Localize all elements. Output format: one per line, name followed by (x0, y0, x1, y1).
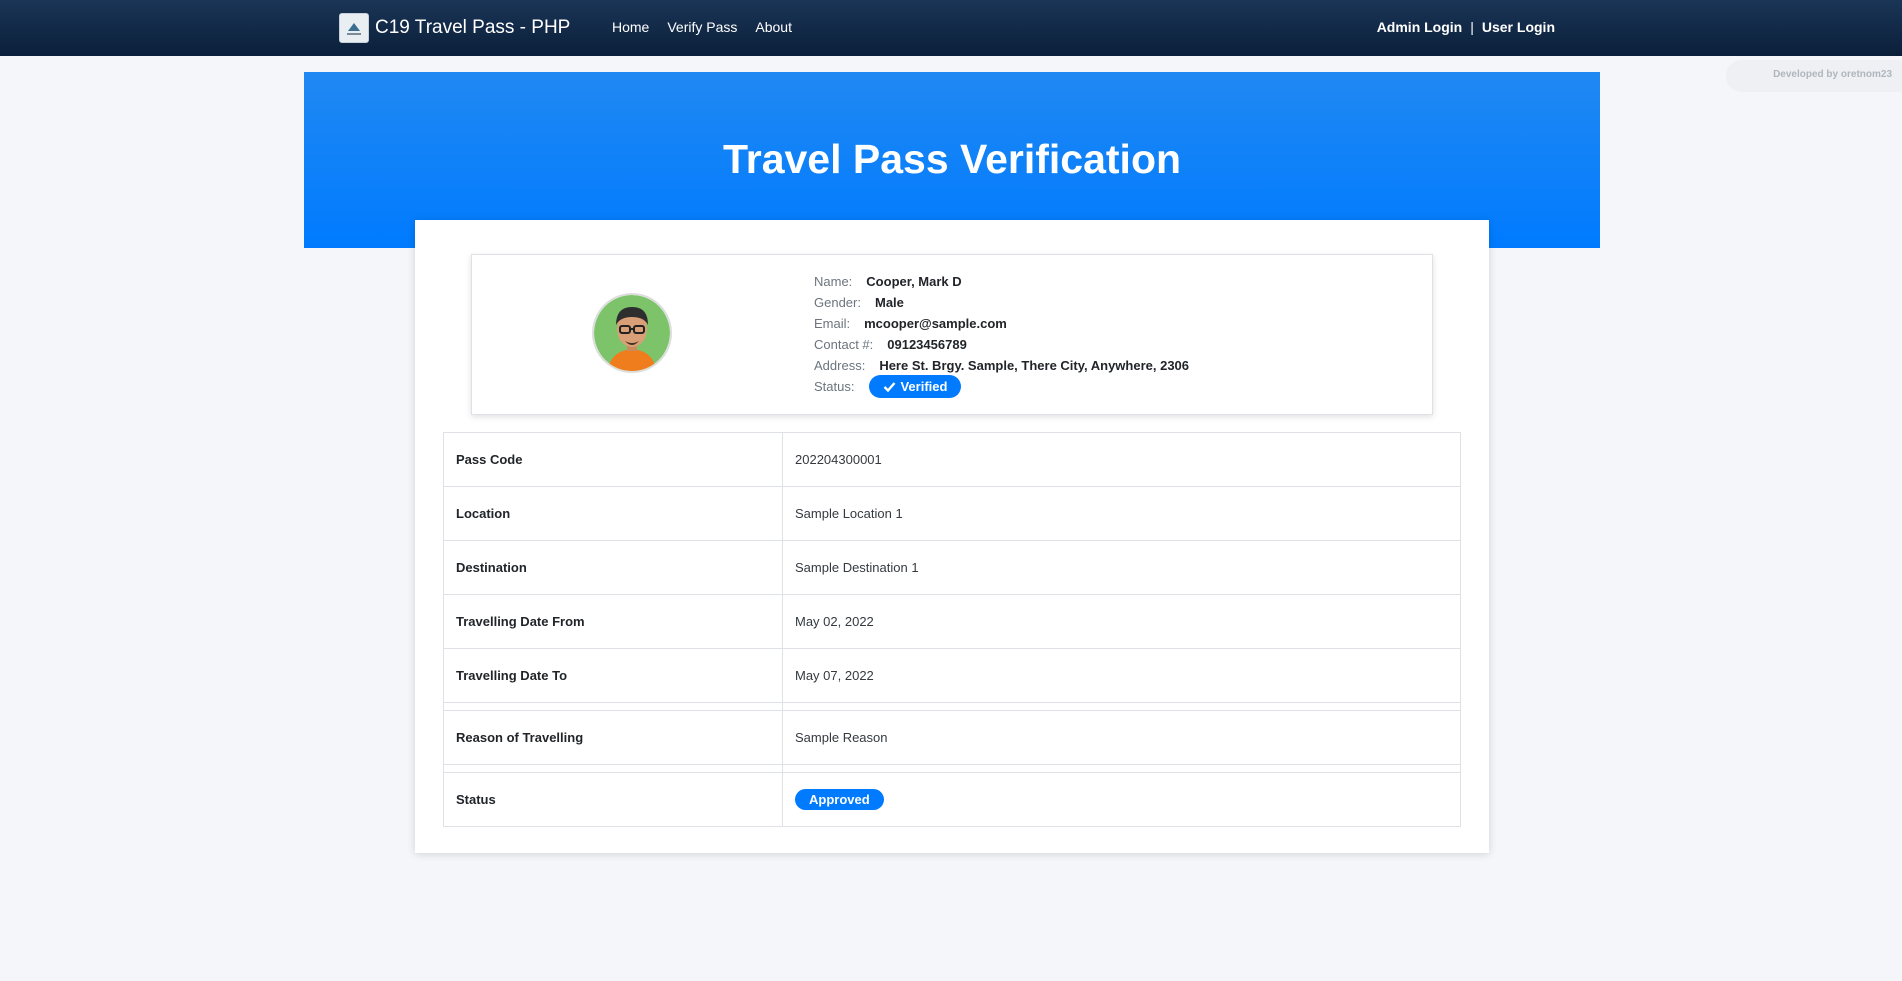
name-value: Cooper, Mark D (866, 274, 962, 289)
brand-logo-icon (339, 13, 369, 43)
login-separator: | (1470, 19, 1474, 35)
location-label: Location (443, 486, 783, 541)
status-label: Status: (814, 379, 855, 394)
pass-code-label: Pass Code (443, 432, 783, 487)
check-icon (884, 382, 896, 393)
email-label: Email: (814, 316, 851, 331)
table-spacer (443, 702, 1461, 711)
verified-badge-label: Verified (900, 379, 948, 394)
top-navbar: C19 Travel Pass - PHP Home Verify Pass A… (0, 0, 1902, 56)
gender-value: Male (874, 295, 904, 310)
table-row: Location Sample Location 1 (443, 486, 1461, 541)
destination-label: Destination (443, 540, 783, 595)
table-row: Pass Code 202204300001 (443, 432, 1461, 487)
user-avatar (592, 293, 672, 373)
email-value: mcooper@sample.com (864, 316, 1007, 331)
table-spacer (443, 764, 1461, 773)
pass-details-table: Pass Code 202204300001 Location Sample Loc… (443, 432, 1461, 827)
table-row: Travelling Date From May 02, 2022 (443, 594, 1461, 649)
app-title: C19 Travel Pass - PHP (375, 17, 571, 38)
contact-value: 09123456789 (887, 337, 967, 352)
user-login-link[interactable]: User Login (1482, 19, 1555, 35)
date-to-label: Travelling Date To (443, 648, 783, 703)
approved-badge: Approved (795, 789, 884, 810)
brand[interactable]: C19 Travel Pass - PHP (339, 13, 570, 43)
table-row: Status Approved (443, 772, 1461, 827)
name-label: Name: (814, 274, 853, 289)
table-row: Destination Sample Destination 1 (443, 540, 1461, 595)
address-label: Address: (814, 358, 866, 373)
destination-value: Sample Destination 1 (782, 540, 1461, 595)
reason-value: Sample Reason (782, 710, 1461, 765)
date-from-label: Travelling Date From (443, 594, 783, 649)
location-value: Sample Location 1 (782, 486, 1461, 541)
verified-badge: Verified (869, 375, 962, 398)
table-row: Travelling Date To May 07, 2022 (443, 648, 1461, 703)
table-row: Reason of Travelling Sample Reason (443, 710, 1461, 765)
date-to-value: May 07, 2022 (782, 648, 1461, 703)
pass-code-value: 202204300001 (782, 432, 1461, 487)
nav-about-link[interactable]: About (755, 19, 792, 35)
profile-card: Name: Cooper, Mark D Gender: Male Email: mc… (471, 254, 1433, 415)
address-value: Here St. Brgy. Sample, There City, Anywh… (879, 358, 1190, 373)
reason-label: Reason of Travelling (443, 710, 783, 765)
date-from-value: May 02, 2022 (782, 594, 1461, 649)
nav-verify-pass-link[interactable]: Verify Pass (667, 19, 737, 35)
page-title: Travel Pass Verification (722, 136, 1182, 182)
admin-login-link[interactable]: Admin Login (1377, 19, 1463, 35)
status-row-label: Status (443, 772, 783, 827)
developer-credit: Developed by oretnom23 (1726, 60, 1902, 92)
contact-label: Contact #: (814, 337, 874, 352)
gender-label: Gender: (814, 295, 861, 310)
nav-home-link[interactable]: Home (612, 19, 649, 35)
verification-card: Name: Cooper, Mark D Gender: Male Email: mc… (415, 220, 1489, 853)
